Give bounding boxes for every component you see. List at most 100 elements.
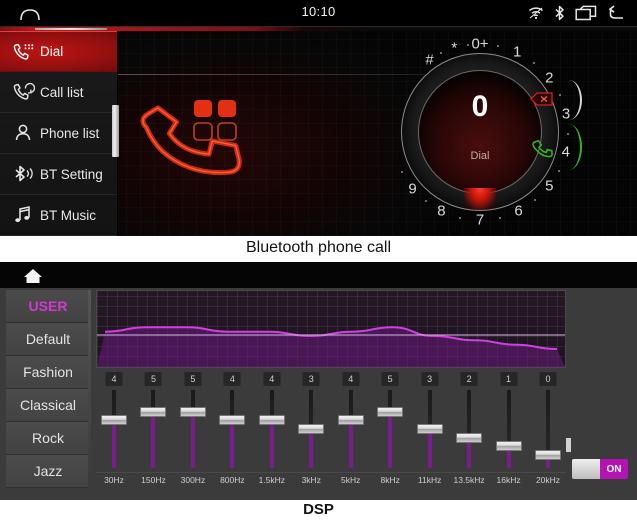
eq-freq-label: 800Hz bbox=[220, 475, 245, 485]
slider-knob[interactable] bbox=[535, 450, 561, 460]
preset-item-rock[interactable]: Rock bbox=[6, 422, 90, 455]
eq-value-8kHz: 5 bbox=[381, 372, 399, 386]
slider-knob[interactable] bbox=[337, 415, 364, 426]
sidebar-item-phone-list[interactable]: Phone list bbox=[0, 113, 117, 154]
eq-response-graph bbox=[96, 290, 566, 368]
sidebar-item-bt-setting[interactable]: BT Setting bbox=[0, 154, 117, 195]
eq-slider-3kHz[interactable] bbox=[298, 390, 325, 468]
eq-freq-label: 13.5kHz bbox=[453, 475, 485, 485]
eq-value-20kHz: 0 bbox=[539, 372, 557, 386]
slider-fill bbox=[388, 416, 393, 468]
eq-value-1.5kHz: 4 bbox=[263, 372, 281, 386]
slider-knob[interactable] bbox=[456, 432, 483, 443]
toggle-state-label: ON bbox=[600, 459, 628, 479]
music-note-icon bbox=[12, 205, 35, 225]
home-icon[interactable] bbox=[22, 267, 44, 290]
dial-tick-dot bbox=[534, 199, 537, 202]
slider-knob[interactable] bbox=[377, 406, 404, 417]
dial-key-0plus[interactable]: 0+ bbox=[471, 36, 488, 53]
preset-item-default[interactable]: Default bbox=[6, 323, 90, 356]
eq-slider-13.5kHz[interactable] bbox=[456, 390, 483, 468]
bluetooth-icon bbox=[12, 164, 35, 184]
toggle-off-half bbox=[572, 459, 600, 479]
slider-fill bbox=[112, 425, 116, 468]
dial-key-9[interactable]: 9 bbox=[408, 180, 416, 197]
slider-fill bbox=[269, 425, 274, 468]
dial-tick-dot bbox=[424, 200, 427, 203]
status-icons bbox=[528, 5, 627, 26]
slider-fill bbox=[309, 434, 314, 468]
slider-fill bbox=[348, 425, 353, 468]
eq-slider-11kHz[interactable] bbox=[416, 390, 443, 468]
slider-knob[interactable] bbox=[258, 415, 285, 426]
eq-freq-label: 1.5kHz bbox=[258, 475, 286, 485]
rotary-dial-pad[interactable]: 0 Dial 1 2 3 4 5 6 7 8 9 0+ * # bbox=[378, 32, 582, 236]
eq-slider-800Hz[interactable] bbox=[219, 390, 246, 468]
preset-item-fashion[interactable]: Fashion bbox=[6, 356, 90, 389]
sidebar-item-dial[interactable]: Dial bbox=[0, 31, 117, 72]
slider-knob[interactable] bbox=[140, 406, 167, 417]
scroll-handle[interactable] bbox=[566, 438, 571, 452]
delete-backspace-button[interactable] bbox=[530, 92, 554, 111]
eq-slider-1.5kHz[interactable] bbox=[258, 390, 285, 468]
slider-knob[interactable] bbox=[101, 415, 127, 426]
eq-freq-label: 5kHz bbox=[341, 475, 361, 485]
dial-key-7[interactable]: 7 bbox=[476, 212, 484, 229]
dial-key-6[interactable]: 6 bbox=[514, 203, 522, 220]
eq-value-30Hz: 4 bbox=[105, 372, 123, 386]
dsp-screen: USER Default Fashion Classical Rock Jazz 4 5 5 4… bbox=[0, 262, 637, 500]
eq-slider-30Hz[interactable] bbox=[101, 390, 127, 468]
back-arrow-icon[interactable] bbox=[607, 5, 627, 26]
call-arc bbox=[556, 124, 582, 170]
slider-fill bbox=[230, 425, 235, 468]
dial-tick-dot bbox=[497, 44, 500, 47]
dial-key-8[interactable]: 8 bbox=[437, 203, 445, 220]
status-bar: 10:10 bbox=[0, 0, 637, 27]
eq-freq-label: 300Hz bbox=[180, 475, 206, 485]
dial-selection-glow bbox=[464, 188, 496, 210]
dial-label: Dial bbox=[470, 150, 490, 162]
dial-key-1[interactable]: 1 bbox=[513, 44, 521, 61]
preset-item-jazz[interactable]: Jazz bbox=[6, 455, 90, 488]
slider-knob[interactable] bbox=[416, 424, 443, 434]
eq-slider-20kHz[interactable] bbox=[535, 390, 561, 468]
sidebar-item-call-list[interactable]: Call list bbox=[0, 72, 117, 113]
dsp-right-pane: ON bbox=[566, 290, 634, 498]
eq-freq-label: 8kHz bbox=[380, 475, 400, 485]
eq-slider-8kHz[interactable] bbox=[377, 390, 404, 468]
dial-key-5[interactable]: 5 bbox=[545, 178, 553, 195]
slider-fill bbox=[467, 442, 472, 468]
preset-item-classical[interactable]: Classical bbox=[6, 389, 90, 422]
bluetooth-icon[interactable] bbox=[554, 5, 565, 26]
accent-underline-silver bbox=[35, 28, 107, 30]
eq-slider-16kHz[interactable] bbox=[495, 390, 522, 468]
slider-knob[interactable] bbox=[495, 441, 522, 452]
preset-item-user[interactable]: USER bbox=[6, 290, 90, 323]
dsp-power-toggle[interactable]: ON bbox=[572, 459, 628, 479]
slider-knob[interactable] bbox=[298, 424, 325, 434]
call-answer-button[interactable] bbox=[530, 138, 554, 165]
bluetooth-phone-screen: 10:10 Dial Call list Phone list BT Setti… bbox=[0, 0, 637, 236]
sidebar-item-label: BT Setting bbox=[40, 166, 103, 182]
eq-value-300Hz: 5 bbox=[184, 372, 202, 386]
equalizer-area: 4 5 5 4 4 3 4 5 3 2 1 0 30Hz 150Hz 300Hz 800Hz 1.5kHz 3k… bbox=[96, 290, 566, 498]
sidebar-item-bt-music[interactable]: BT Music bbox=[0, 195, 117, 236]
eq-slider-150Hz[interactable] bbox=[140, 390, 167, 468]
caption-dsp: DSP bbox=[0, 500, 637, 522]
dial-key-2[interactable]: 2 bbox=[545, 69, 553, 86]
slider-knob[interactable] bbox=[219, 415, 246, 426]
dial-key-star[interactable]: * bbox=[451, 39, 457, 56]
slider-knob[interactable] bbox=[179, 406, 206, 417]
sidebar-drag-handle[interactable] bbox=[112, 105, 119, 157]
eq-value-labels: 4 5 5 4 4 3 4 5 3 2 1 0 bbox=[96, 372, 566, 388]
delete-arc bbox=[556, 80, 582, 120]
eq-slider-300Hz[interactable] bbox=[179, 390, 206, 468]
eq-freq-label: 16kHz bbox=[496, 475, 521, 485]
call-history-icon bbox=[12, 82, 36, 102]
eq-value-11kHz: 3 bbox=[421, 372, 439, 386]
wifi-icon[interactable] bbox=[528, 6, 544, 25]
eq-value-150Hz: 5 bbox=[144, 372, 162, 386]
recent-apps-icon[interactable] bbox=[575, 5, 597, 26]
eq-slider-5kHz[interactable] bbox=[337, 390, 364, 468]
dial-key-hash[interactable]: # bbox=[425, 51, 433, 68]
